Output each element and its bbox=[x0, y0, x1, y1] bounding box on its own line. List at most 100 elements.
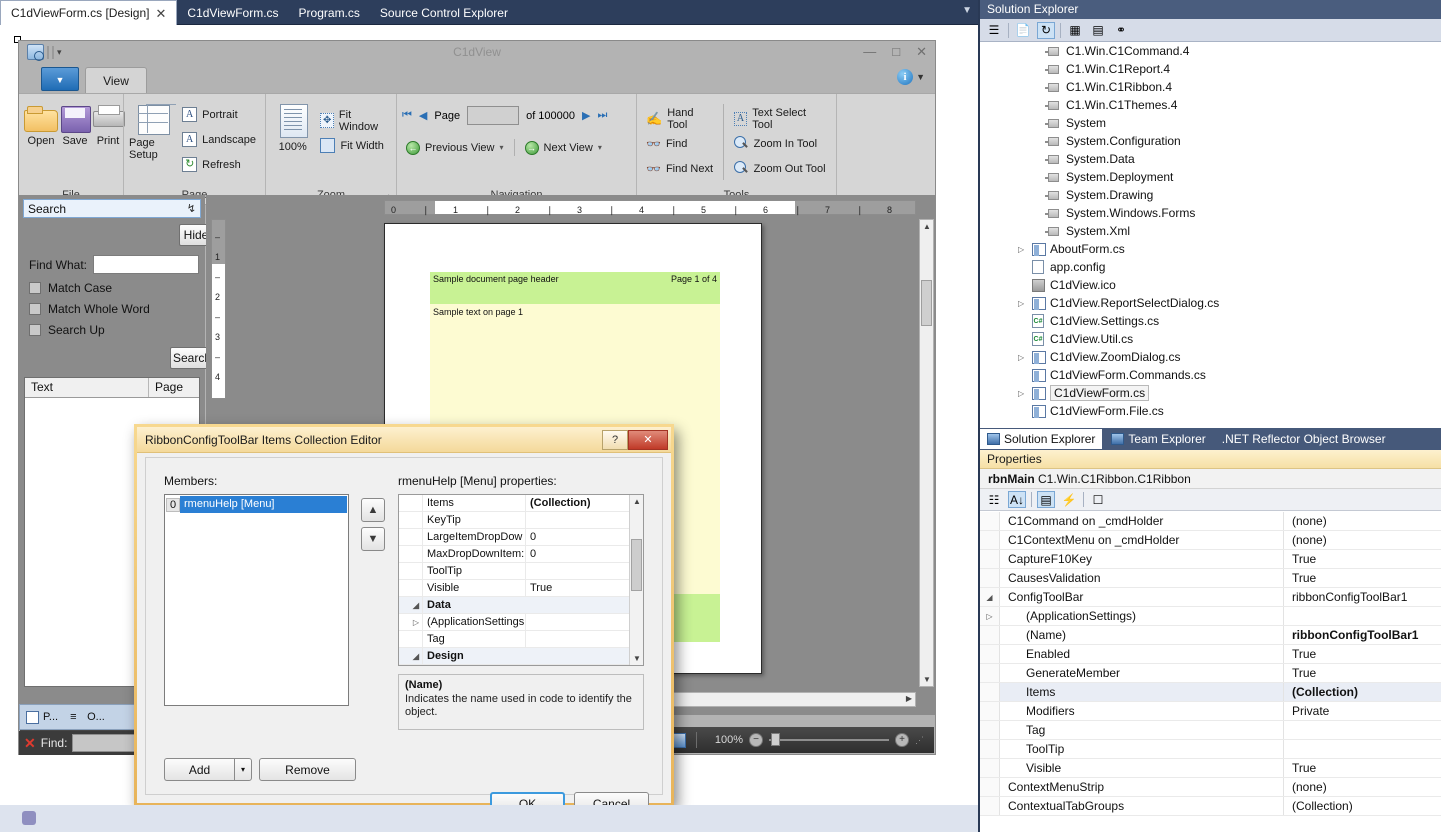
fit-window-button[interactable]: ✥ Fit Window bbox=[316, 108, 391, 133]
property-value[interactable]: (none) bbox=[1284, 778, 1441, 796]
find-bar-input[interactable] bbox=[72, 734, 137, 752]
expander-icon[interactable] bbox=[980, 550, 1000, 568]
pin-icon[interactable]: ↯ bbox=[187, 202, 196, 215]
panel-tab-2[interactable]: .NET Reflector Object Browser bbox=[1215, 429, 1393, 449]
expander-icon[interactable]: ▷ bbox=[399, 614, 423, 630]
members-list[interactable]: 0 rmenuHelp [Menu] bbox=[164, 494, 349, 706]
property-row[interactable]: (Name)rmenuHelp bbox=[399, 665, 629, 666]
properties-object-selector[interactable]: rbnMain C1.Win.C1Ribbon.C1Ribbon bbox=[980, 469, 1441, 489]
close-icon[interactable]: ✕ bbox=[628, 429, 668, 450]
property-value[interactable]: (none) bbox=[1284, 531, 1441, 549]
add-dropdown-chevron-down-icon[interactable]: ▾ bbox=[234, 758, 252, 781]
document-tab-0[interactable]: C1dViewForm.cs [Design] ✕ bbox=[0, 0, 178, 25]
previous-view-button[interactable]: ← Previous View ▾ bbox=[402, 135, 508, 160]
tree-item[interactable]: C# C1dView.Util.cs bbox=[980, 330, 1441, 348]
property-value[interactable]: True bbox=[1284, 550, 1441, 568]
property-row[interactable]: C1Command on _cmdHolder (none) bbox=[980, 512, 1441, 531]
refresh-button[interactable]: ↻ Refresh bbox=[178, 152, 260, 177]
landscape-button[interactable]: A Landscape bbox=[178, 127, 260, 152]
tree-item[interactable]: C1.Win.C1Command.4 bbox=[980, 42, 1441, 60]
property-row[interactable]: Tag bbox=[980, 721, 1441, 740]
match-whole-word-checkbox[interactable] bbox=[29, 303, 41, 315]
expander-icon[interactable]: ▷ bbox=[1018, 245, 1032, 254]
expander-icon[interactable] bbox=[980, 664, 1000, 682]
scrollbar-thumb[interactable] bbox=[921, 280, 932, 326]
tree-item[interactable]: C1.Win.C1Themes.4 bbox=[980, 96, 1441, 114]
expander-icon[interactable] bbox=[980, 531, 1000, 549]
property-row[interactable]: ContextMenuStrip (none) bbox=[980, 778, 1441, 797]
zoom-out-tool-button[interactable]: Zoom Out Tool bbox=[730, 156, 831, 181]
zoom-out-button[interactable]: − bbox=[749, 733, 763, 747]
property-row[interactable]: ToolTip bbox=[399, 563, 629, 580]
column-header-page[interactable]: Page bbox=[149, 378, 189, 397]
expander-icon[interactable]: ▷ bbox=[980, 607, 1000, 625]
solution-explorer-tree[interactable]: C1.Win.C1Command.4 C1.Win.C1Report.4 C1.Wi… bbox=[980, 42, 1441, 426]
property-value[interactable] bbox=[526, 563, 629, 579]
tree-item[interactable]: C1dView.ico bbox=[980, 276, 1441, 294]
find-button[interactable]: 👓 Find bbox=[642, 131, 719, 156]
property-row[interactable]: KeyTip bbox=[399, 512, 629, 529]
tree-item[interactable]: System.Configuration bbox=[980, 132, 1441, 150]
tree-item[interactable]: C# C1dView.Settings.cs bbox=[980, 312, 1441, 330]
view-code-icon[interactable]: ▦ bbox=[1066, 22, 1084, 39]
property-row[interactable]: Visible True bbox=[399, 580, 629, 597]
next-page-icon[interactable]: ▶ bbox=[582, 109, 590, 122]
expander-icon[interactable] bbox=[980, 759, 1000, 777]
expander-icon[interactable] bbox=[399, 546, 423, 562]
document-tab-1[interactable]: C1dViewForm.cs bbox=[177, 0, 288, 25]
expander-icon[interactable] bbox=[980, 721, 1000, 739]
alphabetical-icon[interactable]: A↓ bbox=[1008, 491, 1026, 508]
expander-icon[interactable] bbox=[399, 563, 423, 579]
expander-icon[interactable]: ▷ bbox=[1018, 353, 1032, 362]
property-row[interactable]: ToolTip bbox=[980, 740, 1441, 759]
tree-item[interactable]: C1.Win.C1Report.4 bbox=[980, 60, 1441, 78]
tree-item[interactable]: C1dViewForm.File.cs bbox=[980, 402, 1441, 420]
property-value[interactable] bbox=[526, 631, 629, 647]
tree-item[interactable]: ▷ C1dView.ReportSelectDialog.cs bbox=[980, 294, 1441, 312]
property-value[interactable]: 0 bbox=[526, 546, 629, 562]
info-icon[interactable]: i bbox=[897, 69, 914, 85]
open-button[interactable]: Open bbox=[24, 98, 58, 147]
show-all-files-icon[interactable]: 📄 bbox=[1014, 22, 1032, 39]
chevron-down-icon[interactable]: ▾ bbox=[598, 143, 602, 152]
property-row[interactable]: ▷ (ApplicationSettings) bbox=[980, 607, 1441, 626]
previous-page-icon[interactable]: ◀ bbox=[419, 109, 427, 122]
tree-item[interactable]: System.Data bbox=[980, 150, 1441, 168]
property-value[interactable]: (Collection) bbox=[1284, 683, 1441, 701]
property-row[interactable]: ContextualTabGroups (Collection) bbox=[980, 797, 1441, 816]
ribbon-help-area[interactable]: i ▼ bbox=[897, 69, 925, 85]
document-tab-3[interactable]: Source Control Explorer bbox=[370, 0, 518, 25]
tab-properties[interactable]: P... bbox=[20, 710, 64, 724]
match-case-row[interactable]: Match Case bbox=[29, 281, 205, 295]
close-icon[interactable]: ✕ bbox=[156, 7, 167, 20]
property-value[interactable]: True bbox=[1284, 569, 1441, 587]
expander-icon[interactable] bbox=[980, 797, 1000, 815]
scroll-up-icon[interactable]: ▲ bbox=[923, 222, 931, 231]
property-value[interactable]: True bbox=[1284, 759, 1441, 777]
expander-icon[interactable] bbox=[980, 702, 1000, 720]
expander-icon[interactable] bbox=[399, 512, 423, 528]
text-select-tool-button[interactable]: A Text Select Tool bbox=[730, 106, 831, 131]
scrollbar-thumb[interactable] bbox=[631, 539, 642, 591]
refresh-icon[interactable]: ↻ bbox=[1037, 21, 1055, 39]
expander-icon[interactable] bbox=[980, 740, 1000, 758]
property-row[interactable]: (Name) ribbonConfigToolBar1 bbox=[980, 626, 1441, 645]
tree-item[interactable]: app.config bbox=[980, 258, 1441, 276]
tab-list-chevron-down-icon[interactable]: ▼ bbox=[962, 5, 972, 16]
property-value[interactable] bbox=[1284, 607, 1441, 625]
view-designer-icon[interactable]: ▤ bbox=[1089, 22, 1107, 39]
property-value[interactable] bbox=[1284, 740, 1441, 758]
match-case-checkbox[interactable] bbox=[29, 282, 41, 294]
column-header-text[interactable]: Text bbox=[25, 378, 149, 397]
tree-item[interactable]: ▷ C1dView.ZoomDialog.cs bbox=[980, 348, 1441, 366]
tree-item[interactable]: C1dViewForm.Commands.cs bbox=[980, 366, 1441, 384]
property-value[interactable]: (none) bbox=[1284, 512, 1441, 530]
scroll-up-icon[interactable]: ▲ bbox=[633, 497, 641, 506]
preview-vertical-scrollbar[interactable]: ▲ ▼ bbox=[919, 219, 934, 687]
tree-item[interactable]: ▷ C1dViewForm.cs bbox=[980, 384, 1441, 402]
last-page-icon[interactable]: ⏭ bbox=[597, 109, 607, 122]
property-pages-icon[interactable]: ☐ bbox=[1089, 491, 1107, 508]
property-value[interactable]: True bbox=[1284, 664, 1441, 682]
tree-item[interactable]: System.Xml bbox=[980, 222, 1441, 240]
properties-icon[interactable]: ▤ bbox=[1037, 491, 1055, 508]
